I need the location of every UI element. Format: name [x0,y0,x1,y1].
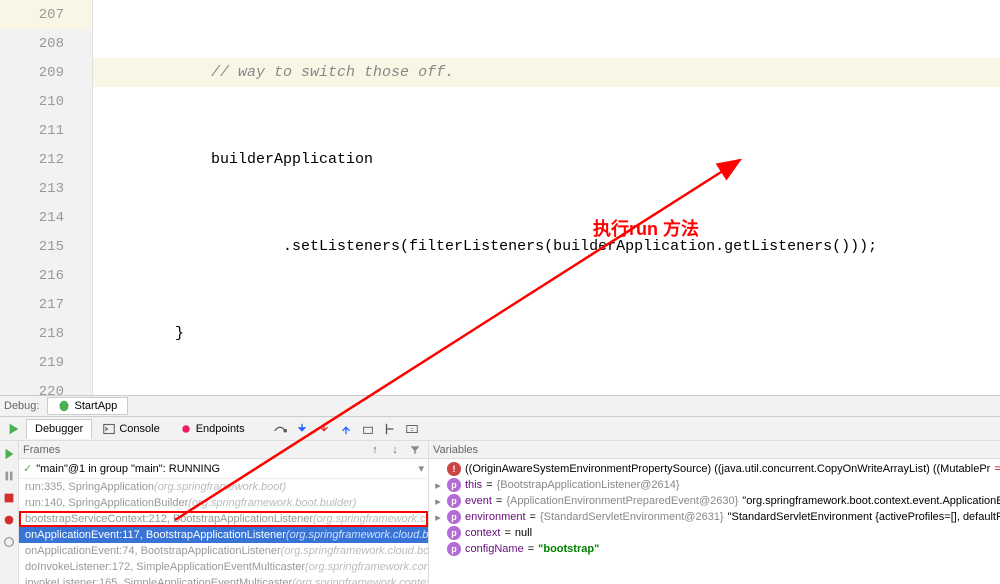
code-text: } [175,325,184,342]
debug-toolbar: Debugger Console Endpoints = [0,417,1000,441]
svg-text:=: = [410,426,414,433]
line-number: 210 [0,87,92,116]
param-icon: p [447,510,461,524]
debug-side-toolbar [0,441,19,584]
pause-button[interactable] [0,467,18,485]
resume-button[interactable] [0,445,18,463]
var-row[interactable]: p context = null [429,525,1000,541]
debug-bar: Debug: StartApp [0,395,1000,417]
evaluate-button[interactable]: = [402,419,422,439]
console-icon [103,423,115,435]
expand-icon[interactable]: ▸ [433,495,443,508]
line-number: 208 [0,29,92,58]
line-number: 209 [0,58,92,87]
line-number: 214 [0,203,92,232]
param-icon: p [447,542,461,556]
step-out-button[interactable] [336,419,356,439]
next-frame-button[interactable]: ↓ [386,441,404,459]
leaf-icon [58,400,70,412]
prev-frame-button[interactable]: ↑ [366,441,384,459]
line-number: 219 [0,348,92,377]
tab-endpoints[interactable]: Endpoints [171,419,254,439]
step-over-button[interactable] [270,419,290,439]
gutter: 207 208 209 210 211 212 213 214 215 216 … [0,0,93,395]
line-number: 216 [0,261,92,290]
filter-icon [409,444,421,456]
run-to-cursor-button[interactable] [380,419,400,439]
thread-selector[interactable]: ✓ "main"@1 in group "main": RUNNING ▾ [19,459,428,479]
debug-tab-label: StartApp [74,400,117,412]
check-icon: ✓ [23,462,32,475]
line-number: 218 [0,319,92,348]
tab-console[interactable]: Console [94,419,168,439]
line-number: 217 [0,290,92,319]
code-editor[interactable]: // way to switch those off. builderAppli… [93,0,1000,395]
chevron-down-icon: ▾ [418,462,424,475]
frame-row[interactable]: bootstrapServiceContext:212, BootstrapAp… [19,511,428,527]
rerun-button[interactable] [4,419,24,439]
code-comment: // way to switch those off. [211,64,454,81]
drop-frame-button[interactable] [358,419,378,439]
stop-button[interactable] [0,489,18,507]
frame-row[interactable]: run:140, SpringApplicationBuilder (org.s… [19,495,428,511]
expand-icon[interactable]: ▸ [433,511,443,524]
thread-label: "main"@1 in group "main": RUNNING [36,463,220,475]
tab-debugger[interactable]: Debugger [26,419,92,439]
code-text: .setListeners(filterListeners(builderApp… [283,238,877,255]
frame-row[interactable]: invokeListener:165, SimpleApplicationEve… [19,575,428,584]
frame-row[interactable]: run:335, SpringApplication (org.springfr… [19,479,428,495]
line-number: 212 [0,145,92,174]
mute-breakpoints-button[interactable] [0,533,18,551]
variables-title: Variables [433,444,478,456]
line-number: 215 [0,232,92,261]
line-number: 207 [0,0,92,29]
variables-panel: Variables 🔗 ! ((OriginAwareSystemEnviron… [429,441,1000,584]
var-row[interactable]: ! ((OriginAwareSystemEnvironmentProperty… [429,461,1000,477]
force-step-into-button[interactable] [314,419,334,439]
filter-button[interactable] [406,441,424,459]
var-row[interactable]: ▸ p environment = {StandardServletEnviro… [429,509,1000,525]
frames-panel: Frames ↑ ↓ ✓ "main"@1 in group "main": R… [19,441,429,584]
debug-config-tab[interactable]: StartApp [47,397,128,415]
param-icon: p [447,494,461,508]
step-into-button[interactable] [292,419,312,439]
code-text: builderApplication [211,151,373,168]
frames-title: Frames [23,444,60,456]
var-row[interactable]: ▸ p event = {ApplicationEnvironmentPrepa… [429,493,1000,509]
frames-list: run:335, SpringApplication (org.springfr… [19,479,428,584]
view-breakpoints-button[interactable] [0,511,18,529]
frame-row-selected[interactable]: onApplicationEvent:117, BootstrapApplica… [19,527,428,543]
variables-list: ! ((OriginAwareSystemEnvironmentProperty… [429,459,1000,584]
frame-row[interactable]: onApplicationEvent:74, BootstrapApplicat… [19,543,428,559]
param-icon: p [447,478,461,492]
line-number: 213 [0,174,92,203]
param-icon: p [447,526,461,540]
var-row[interactable]: p configName = "bootstrap" [429,541,1000,557]
line-number: 211 [0,116,92,145]
frame-row[interactable]: doInvokeListener:172, SimpleApplicationE… [19,559,428,575]
error-icon: ! [447,462,461,476]
endpoints-icon [180,423,192,435]
debug-label: Debug: [4,400,39,412]
expand-icon[interactable]: ▸ [433,479,443,492]
var-row[interactable]: ▸ p this = {BootstrapApplicationListener… [429,477,1000,493]
